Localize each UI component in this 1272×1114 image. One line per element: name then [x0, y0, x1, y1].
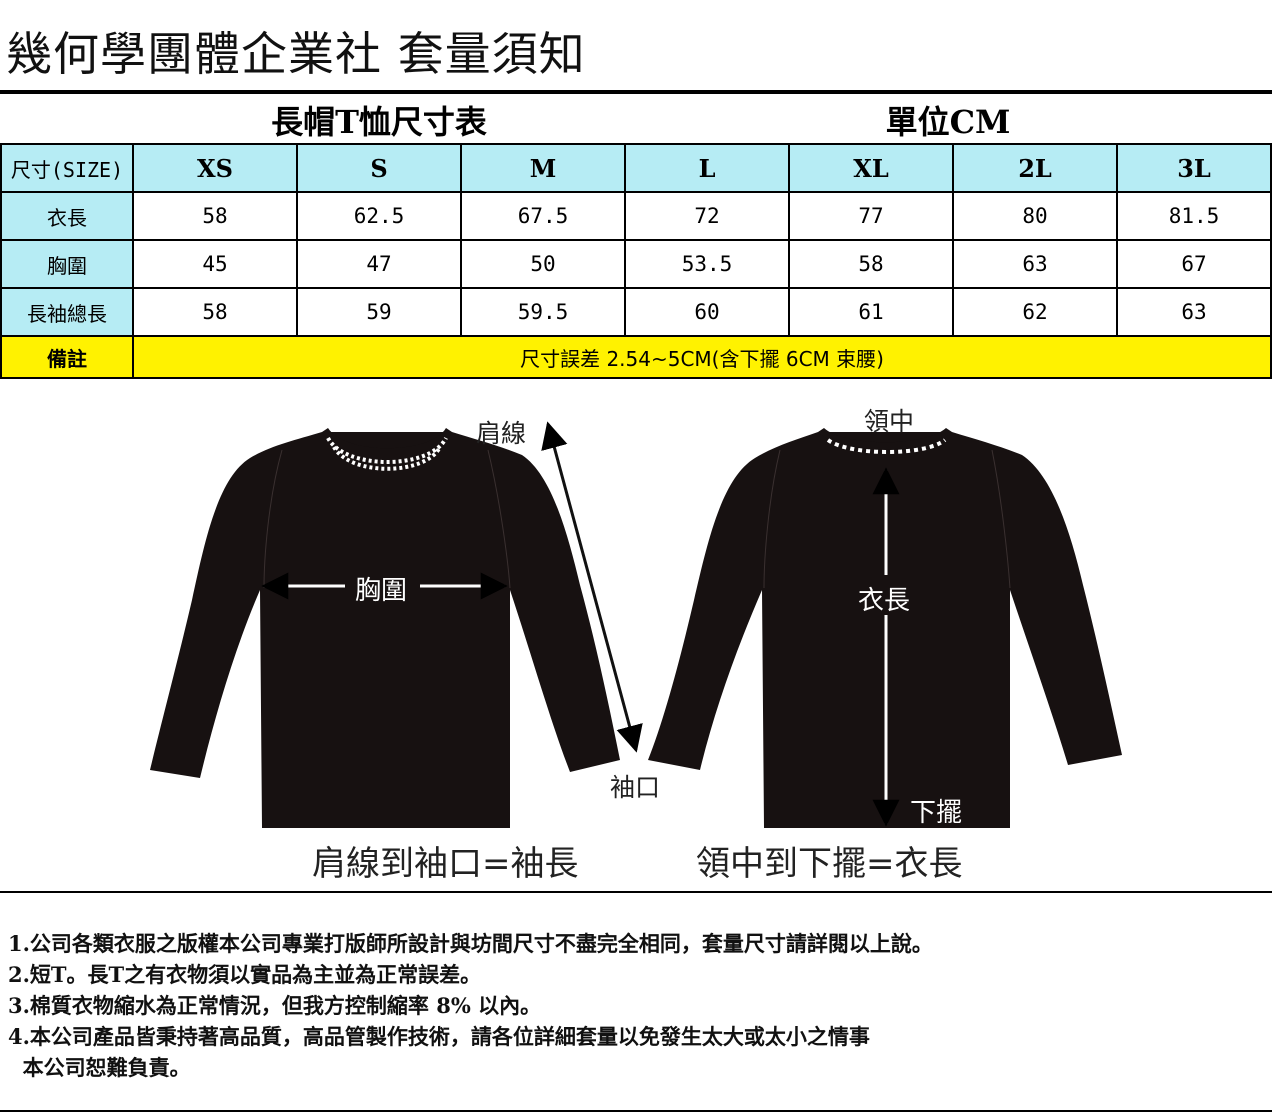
size-header: 2L [952, 143, 1119, 193]
row-label: 衣長 [0, 191, 134, 241]
size-table: 長帽T恤尺寸表 單位CM 尺寸(SIZE) XS S M L XL 2L 3L … [0, 96, 1272, 379]
sleeve-caption: 肩線到袖口=袖長 [312, 844, 579, 884]
table-cell: 59.5 [459, 287, 627, 337]
size-header: L [624, 143, 791, 193]
table-cell: 60 [624, 287, 791, 337]
table-cell: 63 [1116, 287, 1272, 337]
table-heading-row: 長帽T恤尺寸表 單位CM [1, 96, 1272, 145]
table-row: 長袖總長 58 59 59.5 60 61 62 63 [0, 287, 1272, 337]
size-header: XL [788, 143, 955, 193]
remark-row: 備註 尺寸誤差 2.54~5CM(含下擺 6CM 束腰) [0, 335, 1272, 379]
table-cell: 47 [296, 239, 462, 289]
row-label: 長袖總長 [0, 287, 134, 337]
table-cell: 61 [788, 287, 955, 337]
table-cell: 81.5 [1116, 191, 1272, 241]
hem-label: 下擺 [910, 798, 963, 828]
cuff-label: 袖口 [610, 773, 661, 802]
note-item: 4.本公司產品皆秉持著高品質，高品管製作技術，請各位詳細套量以免發生太大或太小之… [8, 1024, 870, 1049]
neck-center-label: 領中 [864, 407, 915, 436]
size-header: XS [132, 143, 298, 193]
table-cell: 45 [132, 239, 298, 289]
table-cell: 59 [296, 287, 462, 337]
table-cell: 58 [132, 287, 298, 337]
chest-label: 胸圍 [355, 576, 408, 606]
table-cell: 62 [952, 287, 1119, 337]
size-header: 3L [1116, 143, 1272, 193]
unit-label: 單位CM [625, 96, 1272, 145]
table-cell: 53.5 [624, 239, 791, 289]
table-cell: 77 [788, 191, 955, 241]
note-item: 1.公司各類衣服之版權本公司專業打版師所設計與坊間尺寸不盡完全相同，套量尺寸請詳… [8, 931, 933, 956]
length-caption: 領中到下擺=衣長 [696, 844, 963, 884]
size-header-row: 尺寸(SIZE) XS S M L XL 2L 3L [0, 143, 1272, 193]
note-item: 本公司恕難負責。 [8, 1055, 191, 1080]
table-cell: 80 [952, 191, 1119, 241]
table-row: 胸圍 45 47 50 53.5 58 63 67 [0, 239, 1272, 289]
back-shirt-illustration [648, 428, 1122, 828]
row-label: 胸圍 [0, 239, 134, 289]
table-cell: 50 [459, 239, 627, 289]
section-divider [0, 891, 1272, 893]
measurement-diagram [150, 421, 1122, 828]
table-cell: 62.5 [296, 191, 462, 241]
page-title: 幾何學團體企業社 套量須知 [6, 27, 586, 81]
note-item: 2.短T。長T之有衣物須以實品為主並為正常誤差。 [8, 962, 482, 987]
table-row: 衣長 58 62.5 67.5 72 77 80 81.5 [0, 191, 1272, 241]
bottom-border [0, 1110, 1272, 1112]
front-shirt-illustration [150, 428, 620, 828]
table-cell: 63 [952, 239, 1119, 289]
size-header: M [459, 143, 627, 193]
title-divider [0, 90, 1272, 94]
note-item: 3.棉質衣物縮水為正常情況，但我方控制縮率 8% 以內。 [8, 993, 542, 1018]
remark-value: 尺寸誤差 2.54~5CM(含下擺 6CM 束腰) [131, 335, 1272, 379]
table-cell: 67.5 [459, 191, 627, 241]
body-length-label: 衣長 [858, 586, 911, 616]
notes-list: 1.公司各類衣服之版權本公司專業打版師所設計與坊間尺寸不盡完全相同，套量尺寸請詳… [8, 928, 933, 1083]
table-heading: 長帽T恤尺寸表 [133, 96, 626, 145]
table-cell: 72 [624, 191, 791, 241]
shoulder-label: 肩線 [476, 419, 527, 448]
size-column-label: 尺寸(SIZE) [0, 143, 134, 193]
table-cell: 67 [1116, 239, 1272, 289]
table-cell: 58 [788, 239, 955, 289]
remark-label: 備註 [0, 335, 134, 379]
size-header: S [296, 143, 462, 193]
table-cell: 58 [132, 191, 298, 241]
